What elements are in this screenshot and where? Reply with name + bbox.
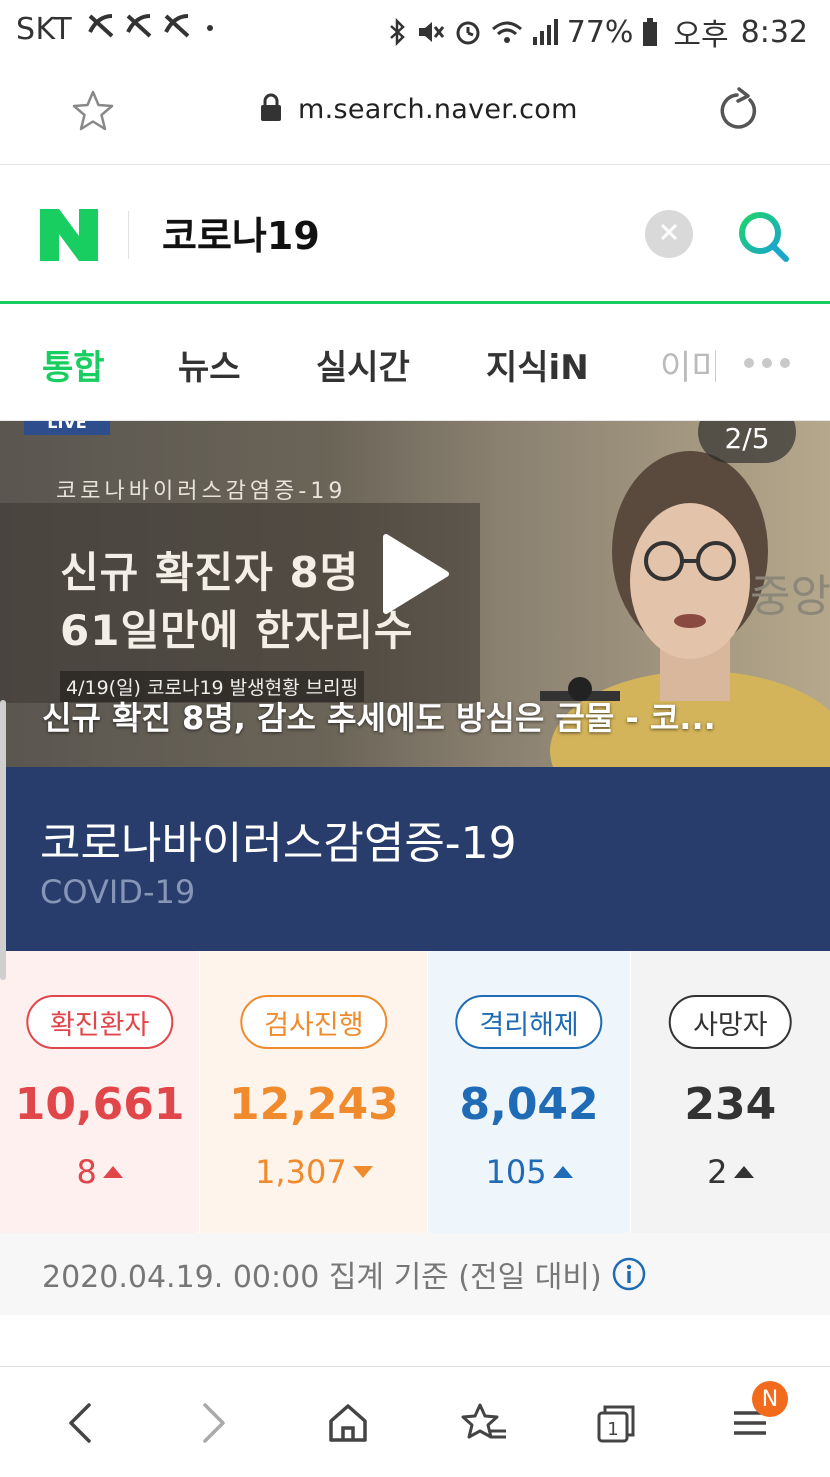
status-bar: SKT 77% 오후 8:32 bbox=[0, 0, 830, 58]
bluetooth-icon bbox=[387, 17, 407, 47]
call-off-icon bbox=[160, 10, 194, 48]
video-headline-2: 61일만에 한자리수 bbox=[60, 606, 414, 655]
disease-title-en: COVID-19 bbox=[40, 873, 196, 911]
lock-icon bbox=[258, 92, 284, 126]
live-badge: LIVE bbox=[24, 421, 110, 435]
search-icon bbox=[734, 212, 792, 269]
scroll-indicator[interactable] bbox=[0, 700, 6, 980]
url-text: m.search.naver.com bbox=[298, 93, 578, 125]
call-off-icon bbox=[84, 10, 118, 48]
svg-text:중앙: 중앙 bbox=[750, 571, 830, 622]
video-headline-1: 신규 확진자 8명 bbox=[60, 548, 360, 597]
address-field[interactable]: m.search.naver.com bbox=[258, 92, 578, 126]
alarm-icon bbox=[453, 17, 483, 47]
stat-delta-value: 105 bbox=[485, 1153, 547, 1191]
more-tabs-icon[interactable] bbox=[744, 358, 798, 368]
stat-confirmed[interactable]: 확진환자 10,661 8 bbox=[0, 951, 201, 1233]
stat-testing[interactable]: 검사진행 12,243 1,307 bbox=[200, 951, 429, 1233]
search-header: 코로나19 bbox=[0, 165, 830, 304]
stat-label: 검사진행 bbox=[240, 995, 388, 1049]
stat-value: 12,243 bbox=[228, 1079, 399, 1130]
stat-label: 격리해제 bbox=[455, 995, 603, 1049]
header-divider bbox=[128, 211, 129, 259]
ampm-label: 오후 bbox=[673, 18, 729, 53]
stat-label: 사망자 bbox=[669, 995, 792, 1049]
tab-news[interactable]: 뉴스 bbox=[178, 340, 241, 389]
disease-title-ko: 코로나바이러스감염증-19 bbox=[40, 818, 517, 869]
stat-delta: 105 bbox=[428, 1153, 629, 1191]
forward-icon[interactable] bbox=[186, 1397, 242, 1449]
browser-bottom-nav: 1 N bbox=[0, 1366, 830, 1477]
signal-icon bbox=[531, 17, 559, 47]
tab-realtime[interactable]: 실시간 bbox=[316, 340, 410, 389]
carrier-label: SKT bbox=[16, 11, 73, 47]
tab-integrated[interactable]: 통합 bbox=[42, 340, 105, 389]
stats-basis: 2020.04.19. 00:00 집계 기준 (전일 대비) bbox=[0, 1233, 830, 1315]
stat-label: 확진환자 bbox=[25, 995, 174, 1049]
bookmark-star-icon[interactable] bbox=[70, 88, 116, 134]
info-icon[interactable] bbox=[612, 1257, 646, 1291]
notification-badge: N bbox=[752, 1381, 788, 1417]
play-icon[interactable] bbox=[378, 531, 452, 617]
video-page-counter: 2/5 bbox=[698, 421, 796, 463]
battery-icon bbox=[641, 17, 659, 47]
close-icon bbox=[659, 222, 679, 246]
reload-icon[interactable] bbox=[712, 86, 762, 136]
triangle-up-icon bbox=[102, 1166, 123, 1178]
basis-text: 2020.04.19. 00:00 집계 기준 (전일 대비) bbox=[42, 1260, 602, 1295]
status-right: 77% 오후 8:32 bbox=[379, 10, 808, 54]
mute-icon bbox=[415, 17, 445, 47]
back-icon[interactable] bbox=[52, 1397, 108, 1449]
stat-value: 234 bbox=[684, 1079, 777, 1130]
stat-delta: 2 bbox=[631, 1153, 830, 1191]
bookmarks-icon[interactable] bbox=[456, 1397, 512, 1449]
video-thumbnail[interactable]: LIVE 코로나바이러스감염증-19 신규 확진자 8명 61일만에 한자리수 … bbox=[0, 421, 830, 767]
stat-deaths[interactable]: 사망자 234 2 bbox=[630, 951, 830, 1233]
stat-delta-value: 8 bbox=[76, 1153, 97, 1191]
call-off-icon bbox=[122, 10, 156, 48]
home-icon[interactable] bbox=[320, 1397, 376, 1449]
stat-delta: 1,307 bbox=[200, 1153, 427, 1191]
clear-search-button[interactable] bbox=[645, 210, 693, 258]
triangle-up-icon bbox=[733, 1166, 754, 1178]
battery-percent: 77% bbox=[566, 14, 634, 50]
video-caption[interactable]: 신규 확진 8명, 감소 추세에도 방심은 금물 - 코... bbox=[42, 693, 772, 739]
disease-title-block: 코로나바이러스감염증-19 COVID-19 bbox=[0, 767, 830, 951]
covid-stats: 확진환자 10,661 8 검사진행 12,243 1,307 격리해제 8,0… bbox=[0, 951, 830, 1233]
naver-logo[interactable] bbox=[40, 209, 98, 261]
tabs-icon[interactable]: 1 bbox=[588, 1397, 644, 1449]
video-subtitle: 코로나바이러스감염증-19 bbox=[56, 479, 347, 504]
stat-delta: 8 bbox=[0, 1153, 199, 1191]
stat-released[interactable]: 격리해제 8,042 105 bbox=[428, 951, 631, 1233]
tab-knowledge-in[interactable]: 지식iN bbox=[486, 340, 589, 389]
stat-value: 10,661 bbox=[14, 1079, 185, 1130]
search-button[interactable] bbox=[734, 207, 792, 265]
triangle-down-icon bbox=[352, 1166, 373, 1178]
stat-value: 8,042 bbox=[459, 1079, 599, 1130]
stat-delta-value: 2 bbox=[707, 1153, 728, 1191]
browser-url-bar: m.search.naver.com bbox=[0, 58, 830, 165]
clock-time: 8:32 bbox=[740, 14, 808, 50]
search-tabs: 통합 뉴스 실시간 지식iN 이미 bbox=[0, 304, 830, 421]
wifi-icon bbox=[491, 17, 523, 47]
tab-image[interactable]: 이미 bbox=[660, 340, 716, 389]
status-left: SKT bbox=[16, 10, 218, 48]
triangle-up-icon bbox=[552, 1166, 573, 1178]
stat-delta-value: 1,307 bbox=[255, 1153, 347, 1191]
search-input[interactable]: 코로나19 bbox=[162, 205, 320, 260]
dot-icon bbox=[198, 10, 218, 48]
svg-text:1: 1 bbox=[607, 1419, 618, 1440]
